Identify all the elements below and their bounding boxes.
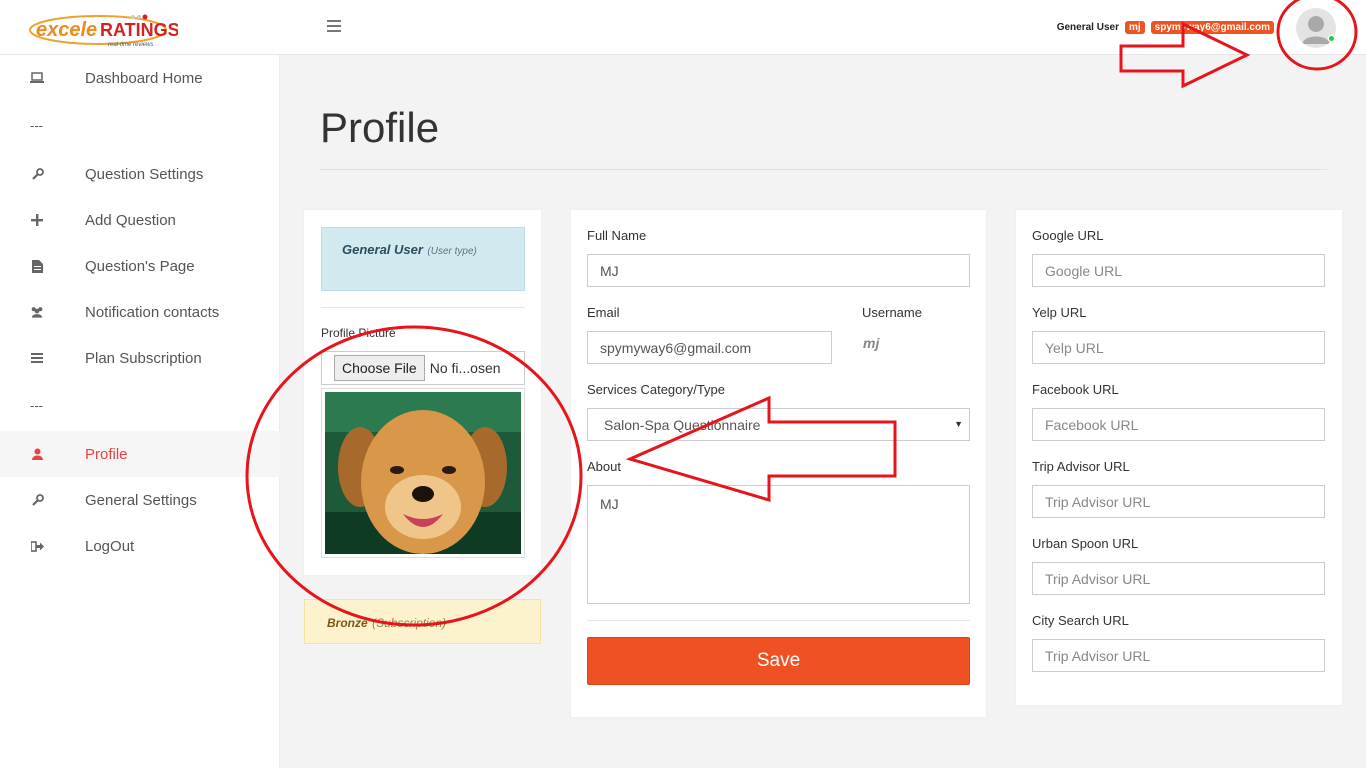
sign-out-icon [30,539,44,553]
full-name-input[interactable] [587,254,970,287]
sidebar-item-label: Dashboard Home [85,69,203,87]
email-label: Email [587,305,620,320]
laptop-icon [30,71,44,85]
sidebar-item-label: Profile [85,445,128,463]
full-name-label: Full Name [587,228,647,243]
subscription-value: Bronze [327,616,368,630]
category-select[interactable]: Salon-Spa Questionnaire ▼ [587,408,970,441]
sidebar-item-label: Notification contacts [85,303,220,321]
sidebar-divider: --- [30,398,43,413]
sidebar-item-label: Add Question [85,211,176,229]
trip-advisor-url-input[interactable] [1032,485,1325,518]
avatar[interactable] [1296,8,1336,48]
email-input[interactable] [587,331,832,364]
puppy-photo-image [325,392,521,554]
user-info: General User mj spymyway6@gmail.com [1057,21,1274,34]
user-role: General User [1056,22,1119,33]
sidebar-item-general-settings[interactable]: General Settings [0,477,280,523]
logo[interactable]: excele RATINGS real-time reviews [28,10,180,50]
sidebar-divider: --- [30,118,43,133]
sidebar-item-label: Question Settings [85,165,204,183]
facebook-url-label: Facebook URL [1032,382,1119,397]
city-search-url-label: City Search URL [1032,613,1129,628]
sidebar-item-questions-page[interactable]: Question's Page [0,243,280,289]
profile-photo [321,388,525,558]
card-divider [321,307,525,308]
save-button[interactable]: Save [587,637,970,685]
profile-picture-label: Profile Picture [321,326,396,340]
sidebar-item-notification-contacts[interactable]: Notification contacts [0,289,280,335]
svg-text:real-time reviews: real-time reviews [108,42,153,48]
svg-text:excele: excele [36,19,97,41]
wrench-icon [30,167,44,181]
username-value: mj [863,335,880,351]
google-url-label: Google URL [1032,228,1104,243]
file-icon [30,259,44,273]
sidebar-item-dashboard-home[interactable]: Dashboard Home [0,55,280,101]
bars-icon [30,351,44,365]
sidebar-item-profile[interactable]: Profile [0,431,280,477]
sidebar-item-label: General Settings [85,491,197,509]
yelp-url-input[interactable] [1032,331,1325,364]
file-status: No fi...osen [429,360,501,376]
sidebar-item-plan-subscription[interactable]: Plan Subscription [0,335,280,381]
subscription-note: (Subscription) [372,616,447,630]
user-avatar-icon [1302,16,1330,44]
urban-spoon-url-input[interactable] [1032,562,1325,595]
yelp-url-label: Yelp URL [1032,305,1087,320]
sidebar-item-label: Question's Page [85,257,195,275]
sidebar-item-add-question[interactable]: Add Question [0,197,280,243]
caret-down-icon: ▼ [954,419,963,429]
users-icon [30,305,44,319]
category-selected-value: Salon-Spa Questionnaire [604,416,761,433]
online-status-dot [1328,35,1335,42]
email-badge: spymyway6@gmail.com [1150,21,1274,34]
menu-toggle-icon[interactable] [327,20,341,34]
svg-text:RATINGS: RATINGS [100,20,178,40]
sidebar-item-question-settings[interactable]: Question Settings [0,151,280,197]
trip-advisor-url-label: Trip Advisor URL [1032,459,1130,474]
wrench-icon [30,493,44,507]
social-urls-card: Google URL Yelp URL Facebook URL Trip Ad… [1016,210,1342,705]
sidebar: Dashboard Home --- Question Settings Add… [0,55,280,768]
username-label: Username [862,305,922,320]
urban-spoon-url-label: Urban Spoon URL [1032,536,1139,551]
about-label: About [587,459,621,474]
title-divider [320,169,1327,170]
profile-picture-file-input[interactable]: Choose File No fi...osen [321,351,525,385]
google-url-input[interactable] [1032,254,1325,287]
plus-icon [30,213,44,227]
sidebar-item-logout[interactable]: LogOut [0,523,280,569]
page-title: Profile [320,104,440,151]
user-type-box: General User (User type) [321,227,525,291]
about-textarea[interactable]: MJ [587,485,970,604]
form-divider [587,620,970,621]
profile-card: General User (User type) Profile Picture… [304,210,541,575]
sidebar-item-label: Plan Subscription [85,349,202,367]
user-type-value: General User [342,242,423,257]
subscription-box: Bronze (Subscription) [304,599,541,644]
city-search-url-input[interactable] [1032,639,1325,672]
profile-form-card: Full Name Email Username mj Services Cat… [571,210,986,717]
category-label: Services Category/Type [587,382,726,397]
username-badge: mj [1124,21,1145,34]
facebook-url-input[interactable] [1032,408,1325,441]
user-icon [30,447,44,461]
user-type-note: (User type) [427,246,477,257]
top-bar: excele RATINGS real-time reviews General… [0,0,1366,55]
sidebar-item-label: LogOut [85,537,135,555]
choose-file-button[interactable]: Choose File [334,355,425,381]
